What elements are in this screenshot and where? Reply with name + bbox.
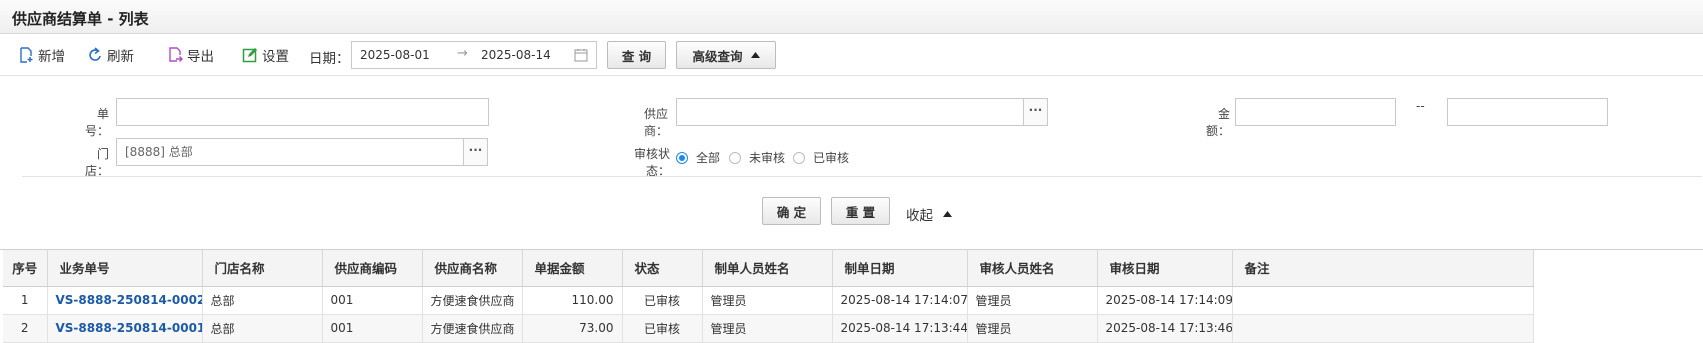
col-header-doc-no[interactable]: 业务单号: [47, 250, 203, 287]
cell-supplier-name: 方便速食供应商: [422, 286, 523, 315]
col-header-amount[interactable]: 单据金额: [522, 250, 623, 287]
date-to[interactable]: 2025-08-14: [481, 48, 551, 62]
query-button[interactable]: 查 询: [607, 41, 666, 69]
cell-supplier-code: 001: [322, 286, 423, 315]
radio-unselected-icon: [793, 151, 805, 164]
caret-up-icon: [943, 211, 952, 217]
reset-button[interactable]: 重 置: [831, 197, 890, 225]
supplier-input[interactable]: [676, 98, 1024, 126]
audit-status-label: 审核状态：: [633, 147, 670, 178]
advanced-query-label: 高级查询: [692, 48, 743, 64]
export-icon: [169, 47, 183, 62]
audit-option-approved-label: 已审核: [813, 151, 850, 165]
table-header-row: 序号 业务单号 门店名称 供应商编码 供应商名称 单据金额 状态 制单人员姓名 …: [3, 250, 1534, 287]
doc-no-input[interactable]: [116, 98, 489, 126]
cell-create-date: 2025-08-14 17:13:44: [832, 314, 968, 343]
date-range-picker[interactable]: 2025-08-01 → 2025-08-14: [351, 41, 597, 69]
cell-index: 1: [3, 286, 48, 315]
col-header-audit-date[interactable]: 审核日期: [1097, 250, 1233, 287]
calendar-icon[interactable]: [574, 48, 588, 62]
edit-settings-icon: [242, 48, 257, 63]
amount-max-input[interactable]: [1447, 98, 1608, 126]
table-row[interactable]: 1 VS-8888-250814-0002 总部 001 方便速食供应商 110…: [3, 286, 1534, 315]
collapse-toggle[interactable]: 收起: [906, 204, 952, 224]
date-label: 日期：: [309, 51, 350, 67]
add-label: 新增: [38, 49, 65, 65]
refresh-button[interactable]: 刷新: [88, 44, 134, 66]
date-from[interactable]: 2025-08-01: [360, 48, 430, 62]
cell-supplier-code: 001: [322, 314, 423, 343]
cell-audit-date: 2025-08-14 17:14:09: [1097, 286, 1233, 315]
store-label: 门店：: [84, 147, 109, 178]
col-header-supplier-code[interactable]: 供应商编码: [322, 250, 423, 287]
amount-label: 金额：: [1205, 107, 1230, 138]
audit-option-pending[interactable]: 未审核: [729, 149, 785, 166]
cell-auditor: 管理员: [967, 314, 1098, 343]
cell-creator: 管理员: [702, 286, 833, 315]
cell-status: 已审核: [622, 286, 703, 315]
cell-amount: 73.00: [522, 314, 623, 343]
cell-index: 2: [3, 314, 48, 343]
table-row[interactable]: 2 VS-8888-250814-0001 总部 001 方便速食供应商 73.…: [3, 314, 1534, 343]
refresh-icon: [89, 47, 101, 61]
cell-create-date: 2025-08-14 17:14:07: [832, 286, 968, 315]
store-picker-button[interactable]: ···: [463, 138, 488, 166]
doc-no-label: 单号：: [84, 107, 109, 138]
radio-selected-icon: [676, 151, 688, 164]
filter-divider: [22, 176, 1702, 177]
add-button[interactable]: 新增: [19, 44, 65, 66]
col-header-supplier-name[interactable]: 供应商名称: [422, 250, 523, 287]
col-header-index[interactable]: 序号: [3, 250, 48, 287]
collapse-label: 收起: [906, 208, 933, 224]
page-title: 供应商结算单 - 列表: [12, 10, 149, 28]
col-header-creator[interactable]: 制单人员姓名: [702, 250, 833, 287]
audit-option-approved[interactable]: 已审核: [793, 149, 849, 166]
title-bar: 供应商结算单 - 列表: [0, 0, 1703, 34]
cell-audit-date: 2025-08-14 17:13:46: [1097, 314, 1233, 343]
radio-unselected-icon: [729, 151, 741, 164]
cell-store-name: 总部: [202, 314, 323, 343]
col-header-auditor[interactable]: 审核人员姓名: [967, 250, 1098, 287]
store-input[interactable]: [8888] 总部: [116, 138, 464, 166]
cell-status: 已审核: [622, 314, 703, 343]
cell-creator: 管理员: [702, 314, 833, 343]
cell-store-name: 总部: [202, 286, 323, 315]
refresh-label: 刷新: [107, 49, 134, 65]
settings-label: 设置: [262, 49, 289, 65]
settings-button[interactable]: 设置: [242, 44, 289, 66]
settlement-table: 序号 业务单号 门店名称 供应商编码 供应商名称 单据金额 状态 制单人员姓名 …: [3, 250, 1534, 343]
advanced-query-button[interactable]: 高级查询: [676, 41, 776, 69]
col-header-create-date[interactable]: 制单日期: [832, 250, 968, 287]
amount-range-separator: --: [1416, 99, 1425, 113]
supplier-label: 供应商：: [643, 107, 668, 138]
cell-doc-no-link[interactable]: VS-8888-250814-0002: [47, 286, 203, 315]
export-button[interactable]: 导出: [168, 44, 214, 66]
confirm-button[interactable]: 确 定: [762, 197, 821, 225]
toolbar: 新增 刷新 导出 设置 日期： 2025-08-01 → 2025-08-14 …: [0, 35, 1703, 76]
audit-option-all-label: 全部: [696, 151, 721, 165]
caret-up-icon: [750, 52, 760, 58]
cell-amount: 110.00: [522, 286, 623, 315]
audit-option-all[interactable]: 全部: [676, 149, 720, 166]
col-header-remark[interactable]: 备注: [1232, 250, 1534, 287]
col-header-status[interactable]: 状态: [622, 250, 703, 287]
range-arrow-icon: →: [457, 46, 468, 61]
supplier-picker-button[interactable]: ···: [1023, 98, 1048, 126]
cell-remark: [1232, 314, 1534, 343]
cell-auditor: 管理员: [967, 286, 1098, 315]
cell-doc-no-link[interactable]: VS-8888-250814-0001: [47, 314, 203, 343]
new-doc-icon: [20, 47, 33, 63]
cell-remark: [1232, 286, 1534, 315]
amount-min-input[interactable]: [1235, 98, 1396, 126]
col-header-store-name[interactable]: 门店名称: [202, 250, 323, 287]
cell-supplier-name: 方便速食供应商: [422, 314, 523, 343]
audit-option-pending-label: 未审核: [749, 151, 786, 165]
export-label: 导出: [187, 49, 214, 65]
